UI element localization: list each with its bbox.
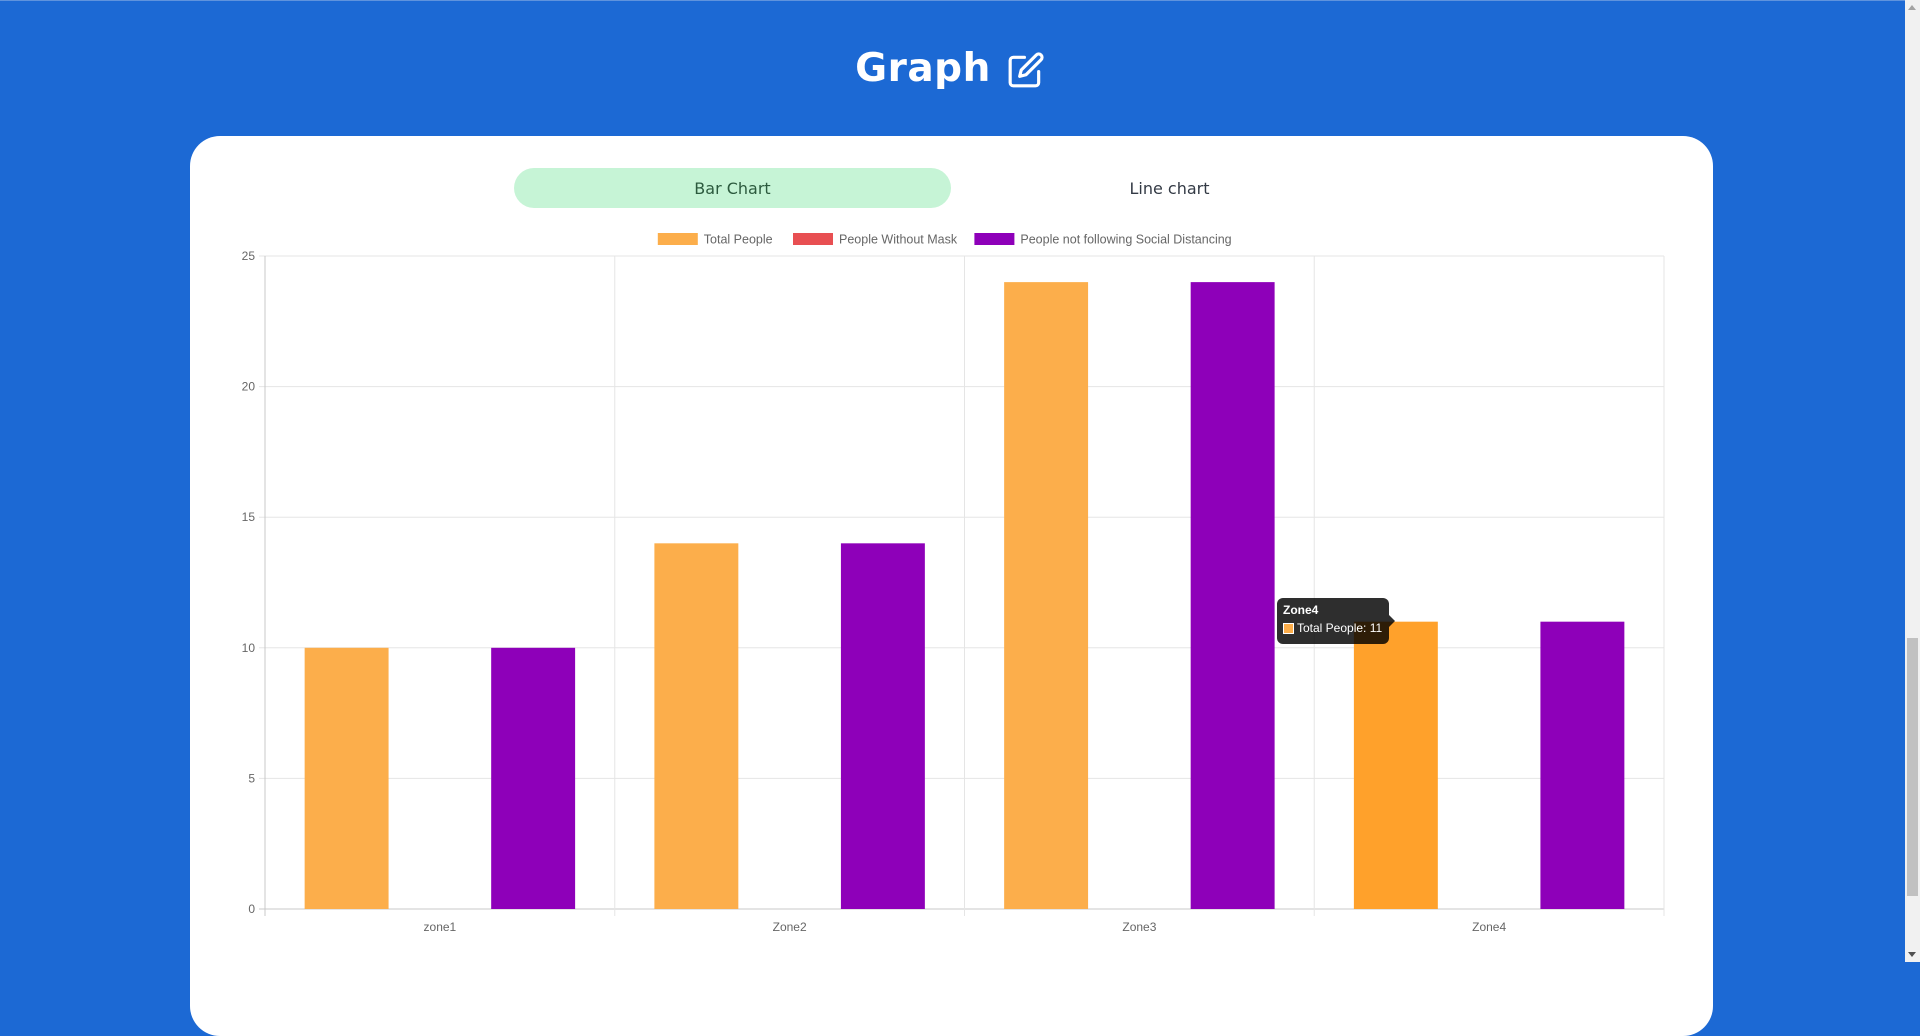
y-tick-label: 0 <box>248 902 255 916</box>
scroll-down-arrow-icon[interactable] <box>1908 952 1916 957</box>
tooltip-swatch <box>1283 622 1294 634</box>
y-tick-label: 25 <box>242 249 256 263</box>
tooltip-row: Total People: 11 <box>1283 621 1383 635</box>
y-tick-label: 20 <box>242 380 256 394</box>
tooltip-title: Zone4 <box>1283 603 1319 617</box>
bar <box>1540 621 1625 909</box>
bar <box>654 543 739 909</box>
legend-swatch <box>793 233 833 245</box>
y-tick-label: 10 <box>242 641 256 655</box>
bar <box>840 543 925 909</box>
scroll-up-arrow-icon[interactable] <box>1908 5 1916 10</box>
legend-label: People not following Social Distancing <box>1020 233 1231 247</box>
y-tick-label: 5 <box>248 771 255 785</box>
bar <box>1190 282 1275 909</box>
y-tick-label: 15 <box>242 510 256 524</box>
bar <box>491 647 576 909</box>
bar <box>1353 621 1438 909</box>
scrollbar-thumb[interactable] <box>1907 638 1918 896</box>
tooltip-label: Total People: 11 <box>1297 621 1383 635</box>
legend-swatch <box>974 233 1015 245</box>
chart-tooltip: Zone4 Total People: 11 <box>1277 598 1395 644</box>
legend-label: People Without Mask <box>839 233 958 247</box>
x-tick-label: zone1 <box>424 920 457 934</box>
legend-swatch <box>657 233 698 245</box>
bar-chart: 0 5 10 15 20 25 zone1 Zone2 Zone3 Zone4 Total Peop… <box>242 233 1665 934</box>
legend-label: Total People <box>704 233 773 247</box>
bar <box>304 647 389 909</box>
x-tick-label: Zone4 <box>1472 920 1506 934</box>
bar <box>1004 282 1089 909</box>
x-tick-label: Zone2 <box>773 920 807 934</box>
scrollbar[interactable] <box>1905 0 1920 962</box>
x-tick-label: Zone3 <box>1122 920 1156 934</box>
